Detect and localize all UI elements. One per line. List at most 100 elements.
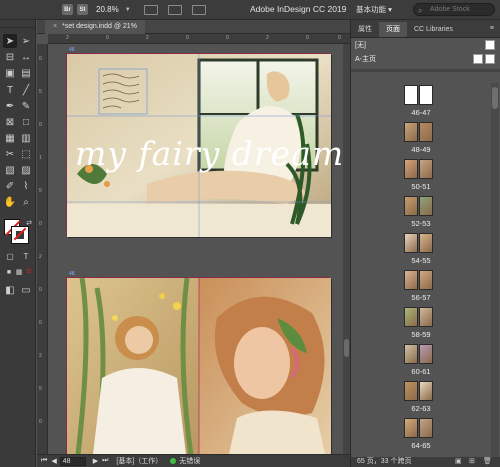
ruler-vertical[interactable]: 0 5 0 1 5 0 2 0 0 2 5 0 — [37, 44, 48, 454]
pages-scrollbar[interactable] — [491, 83, 499, 457]
canvas-vertical-scrollbar[interactable] — [343, 44, 350, 454]
page-thumbnail[interactable] — [419, 418, 433, 438]
page-spread-item[interactable]: 56-57 — [351, 270, 491, 306]
formatting-container-icon[interactable]: ▢ — [3, 249, 17, 263]
scrollbar-thumb[interactable] — [344, 339, 349, 357]
document-canvas[interactable]: my fairy dream 46 48 — [48, 44, 343, 454]
normal-view-icon[interactable]: ◧ — [3, 283, 17, 297]
formatting-text-icon[interactable]: T — [19, 249, 33, 263]
adobe-stock-search[interactable]: ⌕ Adobe Stock — [413, 3, 495, 16]
workspace-switcher[interactable]: 基本功能 ▾ — [356, 4, 392, 15]
page-thumbnail[interactable] — [404, 307, 418, 327]
ruler-horizontal[interactable]: 2 0 2 0 0 2 0 0 — [48, 34, 350, 44]
spread-thumbnails[interactable] — [404, 85, 434, 107]
page-thumbnail[interactable] — [419, 85, 433, 105]
gap-tool-icon[interactable]: ↔ — [19, 50, 33, 64]
layer-status[interactable]: [基本]（工作） — [116, 456, 162, 466]
arrange-documents-icon[interactable] — [191, 4, 206, 15]
page-thumbnail[interactable] — [404, 122, 418, 142]
selection-tool-icon[interactable]: ➤ — [3, 34, 17, 48]
tab-properties[interactable]: 属性 — [351, 22, 379, 37]
page-spread-item[interactable]: 64-65 — [351, 418, 491, 454]
preflight-status[interactable]: 无错误 — [179, 456, 200, 466]
master-thumbnail[interactable] — [485, 40, 495, 50]
gradient-tool-icon[interactable]: ▧ — [3, 163, 17, 177]
tab-cc-libraries[interactable]: CC Libraries — [407, 22, 460, 37]
tab-pages[interactable]: 页面 — [379, 22, 407, 37]
page-spread-item[interactable]: 54-55 — [351, 233, 491, 269]
screen-mode-icon[interactable] — [167, 4, 182, 15]
page-thumbnail[interactable] — [419, 233, 433, 253]
pencil-tool-icon[interactable]: ✎ — [19, 99, 33, 113]
page-thumbnail[interactable] — [419, 196, 433, 216]
page-thumbnail[interactable] — [404, 270, 418, 290]
page-spread-item[interactable]: 46-47 — [351, 85, 491, 121]
page-thumbnail[interactable] — [419, 381, 433, 401]
spread-thumbnails[interactable] — [404, 122, 434, 144]
direct-selection-tool-icon[interactable]: ➢ — [19, 34, 33, 48]
rectangle-frame-tool-icon[interactable]: ⊠ — [3, 115, 17, 129]
toolbox-grip[interactable] — [0, 20, 35, 28]
page-spread-item[interactable]: 62-63 — [351, 381, 491, 417]
hand-tool-icon[interactable]: ✋ — [3, 195, 17, 209]
page-thumbnail[interactable] — [419, 159, 433, 179]
master-thumbnail[interactable] — [485, 54, 495, 64]
line-tool-icon[interactable]: ╱ — [19, 83, 33, 97]
master-none[interactable]: [无] — [351, 38, 500, 52]
view-options-icon[interactable] — [143, 4, 158, 15]
page-spread-item[interactable]: 50-51 — [351, 159, 491, 195]
spread-thumbnails[interactable] — [404, 196, 434, 218]
zoom-tool-icon[interactable]: ⌕ — [19, 195, 33, 209]
horizontal-grid-tool-icon[interactable]: ▦ — [3, 131, 17, 145]
spread-46-47[interactable]: my fairy dream 46 — [66, 47, 343, 237]
spread-48-49[interactable]: 48 — [66, 271, 331, 454]
first-page-icon[interactable]: ⏮ — [41, 457, 47, 465]
page-spread-item[interactable]: 58-59 — [351, 307, 491, 343]
panel-menu-icon[interactable]: ≡ — [490, 25, 494, 32]
content-placer-icon[interactable]: ▤ — [19, 66, 33, 80]
zoom-caret-icon[interactable]: ▼ — [125, 7, 131, 13]
spread-thumbnails[interactable] — [404, 307, 434, 329]
page-number-field[interactable]: 48 — [59, 456, 86, 466]
spread-thumbnails[interactable] — [404, 381, 434, 403]
panel-divider[interactable] — [351, 69, 500, 72]
page-thumbnail[interactable] — [419, 270, 433, 290]
document-tab[interactable]: × *set design.indd @ 21% — [45, 20, 145, 34]
bridge-icon[interactable]: Br — [62, 4, 73, 15]
spread-thumbnails[interactable] — [404, 418, 434, 440]
page-spread-item[interactable]: 52-53 — [351, 196, 491, 232]
vertical-grid-tool-icon[interactable]: ▥ — [19, 131, 33, 145]
stock-icon[interactable]: St — [77, 4, 88, 15]
gradient-feather-tool-icon[interactable]: ▨ — [19, 163, 33, 177]
note-tool-icon[interactable]: ✐ — [3, 179, 17, 193]
preview-mode-icon[interactable]: ▭ — [19, 283, 33, 297]
page-thumbnail[interactable] — [419, 122, 433, 142]
master-a[interactable]: A-主页 — [351, 52, 500, 66]
page-thumbnail[interactable] — [419, 344, 433, 364]
apply-none-icon[interactable]: ⧄ — [22, 265, 36, 279]
spread-thumbnails[interactable] — [404, 270, 434, 292]
page-thumbnail[interactable] — [404, 344, 418, 364]
delete-page-icon[interactable]: 🗑 — [483, 457, 492, 467]
scissors-tool-icon[interactable]: ✂ — [3, 147, 17, 161]
spread-thumbnails[interactable] — [404, 233, 434, 255]
type-tool-icon[interactable]: T — [3, 83, 17, 97]
scrollbar-thumb[interactable] — [492, 87, 498, 109]
next-page-icon[interactable]: ▶ — [93, 457, 98, 465]
edit-page-size-icon[interactable]: ▣ — [455, 457, 462, 467]
page-thumbnail[interactable] — [404, 418, 418, 438]
page-spread-item[interactable]: 48-49 — [351, 122, 491, 158]
pages-list[interactable]: 46-47 48-49 50-51 52-53 54-55 56-57 58-59 60-61… — [351, 83, 491, 457]
last-page-icon[interactable]: ⏭ — [102, 457, 108, 465]
page-thumbnail[interactable] — [404, 85, 418, 105]
zoom-level[interactable]: 20.8% — [96, 5, 119, 14]
page-thumbnail[interactable] — [404, 159, 418, 179]
content-collector-icon[interactable]: ▣ — [3, 66, 17, 80]
spread-thumbnails[interactable] — [404, 159, 434, 181]
page-thumbnail[interactable] — [404, 233, 418, 253]
page-thumbnail[interactable] — [419, 307, 433, 327]
prev-page-icon[interactable]: ◀ — [51, 457, 56, 465]
page-spread-item[interactable]: 60-61 — [351, 344, 491, 380]
spread-thumbnails[interactable] — [404, 344, 434, 366]
eyedropper-tool-icon[interactable]: ⌇ — [19, 179, 33, 193]
